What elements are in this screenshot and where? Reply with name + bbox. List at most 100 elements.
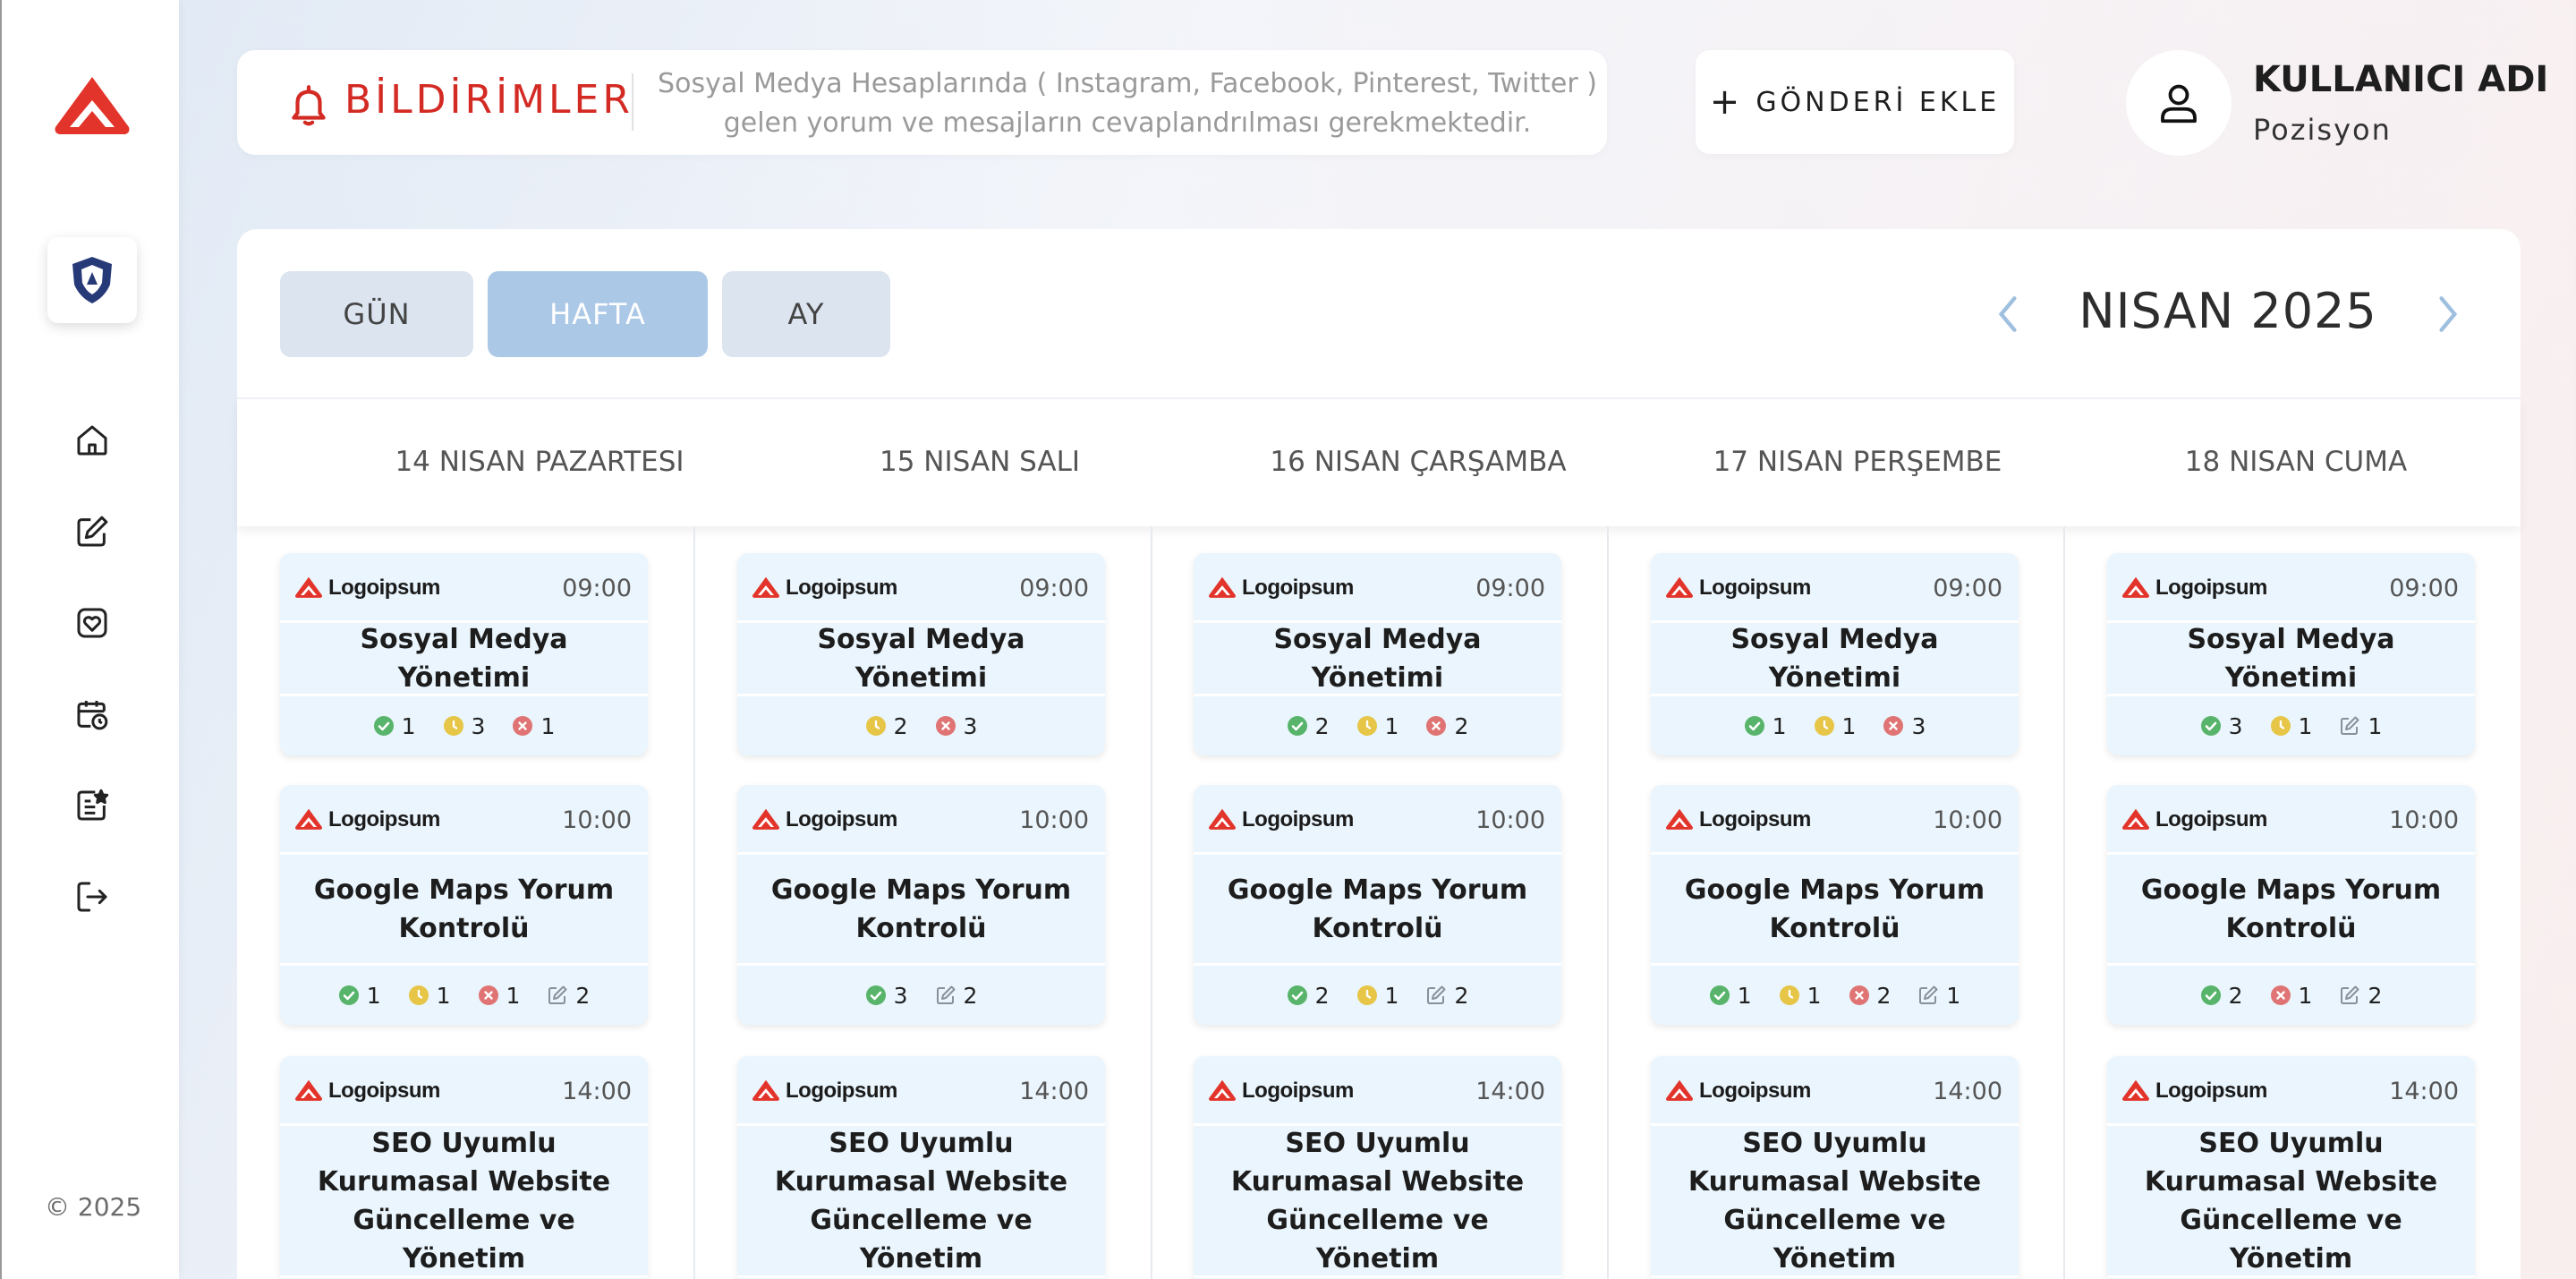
stat-done: 1 [1744, 713, 1787, 739]
post-card[interactable]: Logoipsum 09:00 Sosyal Medya Yönetimi 3 1 1 [2107, 553, 2475, 755]
card-header: Logoipsum 14:00 [2107, 1056, 2475, 1126]
view-week-button[interactable]: HAFTA [488, 271, 708, 357]
stat-count: 1 [1807, 982, 1822, 1009]
sidebar-nav [68, 416, 116, 964]
stat-pending: 1 [1779, 983, 1822, 1009]
stat-count: 1 [436, 982, 451, 1009]
stat-count: 1 [2298, 712, 2313, 739]
post-card[interactable]: Logoipsum 14:00 SEO Uyumlu Kurumasal Websi… [1651, 1056, 2019, 1279]
card-header: Logoipsum 10:00 [1651, 785, 2019, 855]
column-divider [1607, 526, 1609, 1279]
chevron-left-icon[interactable] [1992, 292, 2024, 337]
brand-logo-icon [752, 576, 779, 598]
brand-logo-icon [1666, 808, 1693, 830]
clock-icon [2270, 715, 2291, 737]
chevron-right-icon[interactable] [2432, 292, 2464, 337]
brand-logo-icon[interactable] [54, 75, 131, 140]
x-circle-icon [2270, 985, 2291, 1006]
post-card[interactable]: Logoipsum 14:00 SEO Uyumlu Kurumasal Websi… [2107, 1056, 2475, 1279]
brand-logo-icon [752, 808, 779, 830]
stat-count: 3 [1911, 712, 1926, 739]
stat-count: 2 [1454, 712, 1469, 739]
post-card[interactable]: Logoipsum 14:00 SEO Uyumlu Kurumasal Websi… [280, 1056, 648, 1279]
card-title: Sosyal Medya Yönetimi [1194, 623, 1561, 696]
stat-done: 2 [2200, 983, 2243, 1009]
copyright: © 2025 [45, 1192, 142, 1222]
client-name: Logoipsum [1699, 576, 1811, 600]
card-header: Logoipsum 09:00 [1651, 553, 2019, 623]
day-label: 14 NISAN PAZARTESI [395, 446, 684, 478]
card-title: Google Maps Yorum Kontrolü [1194, 855, 1561, 966]
card-title: Sosyal Medya Yönetimi [737, 623, 1105, 696]
post-card[interactable]: Logoipsum 10:00 Google Maps Yorum Kontrolü… [280, 785, 648, 1025]
bell-icon [292, 85, 326, 126]
view-month-button[interactable]: AY [722, 271, 890, 357]
client-logo: Logoipsum [752, 576, 897, 601]
check-circle-icon [338, 985, 360, 1006]
stat-pending: 1 [1814, 712, 1857, 739]
card-header: Logoipsum 14:00 [280, 1056, 648, 1126]
card-time: 09:00 [1475, 575, 1545, 602]
x-circle-icon [935, 715, 956, 737]
brand-logo-icon [752, 1079, 779, 1101]
client-name: Logoipsum [1242, 1079, 1354, 1103]
stat-count: 1 [1384, 712, 1399, 739]
add-post-button[interactable]: + GÖNDERİ EKLE [1696, 50, 2014, 154]
sidebar-item-home[interactable] [68, 416, 116, 465]
stat-edit: 2 [2339, 983, 2382, 1009]
view-day-button[interactable]: GÜN [280, 271, 473, 357]
sidebar-item-edit[interactable] [68, 507, 116, 556]
post-card[interactable]: Logoipsum 14:00 SEO Uyumlu Kurumasal Websi… [1194, 1056, 1561, 1279]
card-header: Logoipsum 14:00 [1651, 1056, 2019, 1126]
client-name: Logoipsum [1242, 576, 1354, 600]
post-card[interactable]: Logoipsum 09:00 Sosyal Medya Yönetimi 1 3 1 [280, 553, 648, 755]
sidebar-item-logout[interactable] [68, 873, 116, 921]
card-title: SEO Uyumlu Kurumasal Website Güncelleme … [2107, 1126, 2475, 1278]
stat-count: 2 [2228, 982, 2243, 1009]
stat-pending: 3 [443, 713, 485, 739]
post-card[interactable]: Logoipsum 10:00 Google Maps Yorum Kontrolü… [1194, 785, 1561, 1025]
day-label: 17 NISAN PERŞEMBE [1713, 446, 2002, 478]
post-card[interactable]: Logoipsum 10:00 Google Maps Yorum Kontrolü… [1651, 785, 2019, 1025]
post-card[interactable]: Logoipsum 09:00 Sosyal Medya Yönetimi 2 3 [737, 553, 1105, 755]
stat-count: 1 [1841, 712, 1857, 739]
post-card[interactable]: Logoipsum 10:00 Google Maps Yorum Kontrolü… [2107, 785, 2475, 1025]
shield-button[interactable] [47, 237, 137, 323]
post-card[interactable]: Logoipsum 09:00 Sosyal Medya Yönetimi 2 1 2 [1194, 553, 1561, 755]
card-stats: 1 1 2 1 [1651, 966, 2019, 1025]
stat-count: 1 [2298, 982, 2313, 1009]
card-stats: 1 1 3 [1651, 696, 2019, 755]
client-name: Logoipsum [786, 807, 897, 831]
client-name: Logoipsum [786, 1079, 897, 1103]
card-stats: 2 1 2 [1194, 966, 1561, 1025]
month-title: NISAN 2025 [2079, 283, 2377, 339]
card-time: 10:00 [1019, 806, 1089, 834]
client-name: Logoipsum [2155, 807, 2267, 831]
client-name: Logoipsum [328, 807, 440, 831]
card-stats: 2 1 2 [1194, 696, 1561, 755]
post-card[interactable]: Logoipsum 09:00 Sosyal Medya Yönetimi 1 1 3 [1651, 553, 2019, 755]
edit-icon [1425, 985, 1447, 1006]
edit-icon [547, 985, 568, 1006]
edit-icon [2339, 985, 2360, 1006]
stat-count: 1 [1384, 982, 1399, 1009]
x-circle-icon [512, 715, 533, 737]
sidebar-item-schedule[interactable] [68, 690, 116, 738]
card-title: SEO Uyumlu Kurumasal Website Güncelleme … [737, 1126, 1105, 1278]
sidebar-item-favorites[interactable] [68, 599, 116, 647]
x-circle-icon [1849, 985, 1870, 1006]
post-card[interactable]: Logoipsum 10:00 Google Maps Yorum Kontrolü… [737, 785, 1105, 1025]
stat-edit: 2 [935, 983, 977, 1009]
card-time: 14:00 [1475, 1078, 1545, 1105]
stat-count: 1 [401, 712, 416, 739]
card-title: Sosyal Medya Yönetimi [2107, 623, 2475, 696]
brand-logo-icon [2122, 576, 2149, 598]
avatar[interactable] [2126, 50, 2232, 156]
sidebar-item-reports[interactable] [68, 781, 116, 830]
brand-logo-icon [1666, 576, 1693, 598]
stat-done: 1 [338, 983, 381, 1009]
x-circle-icon [1883, 715, 1904, 737]
post-card[interactable]: Logoipsum 14:00 SEO Uyumlu Kurumasal Websi… [737, 1056, 1105, 1279]
card-title: Google Maps Yorum Kontrolü [737, 855, 1105, 966]
client-name: Logoipsum [1242, 807, 1354, 831]
